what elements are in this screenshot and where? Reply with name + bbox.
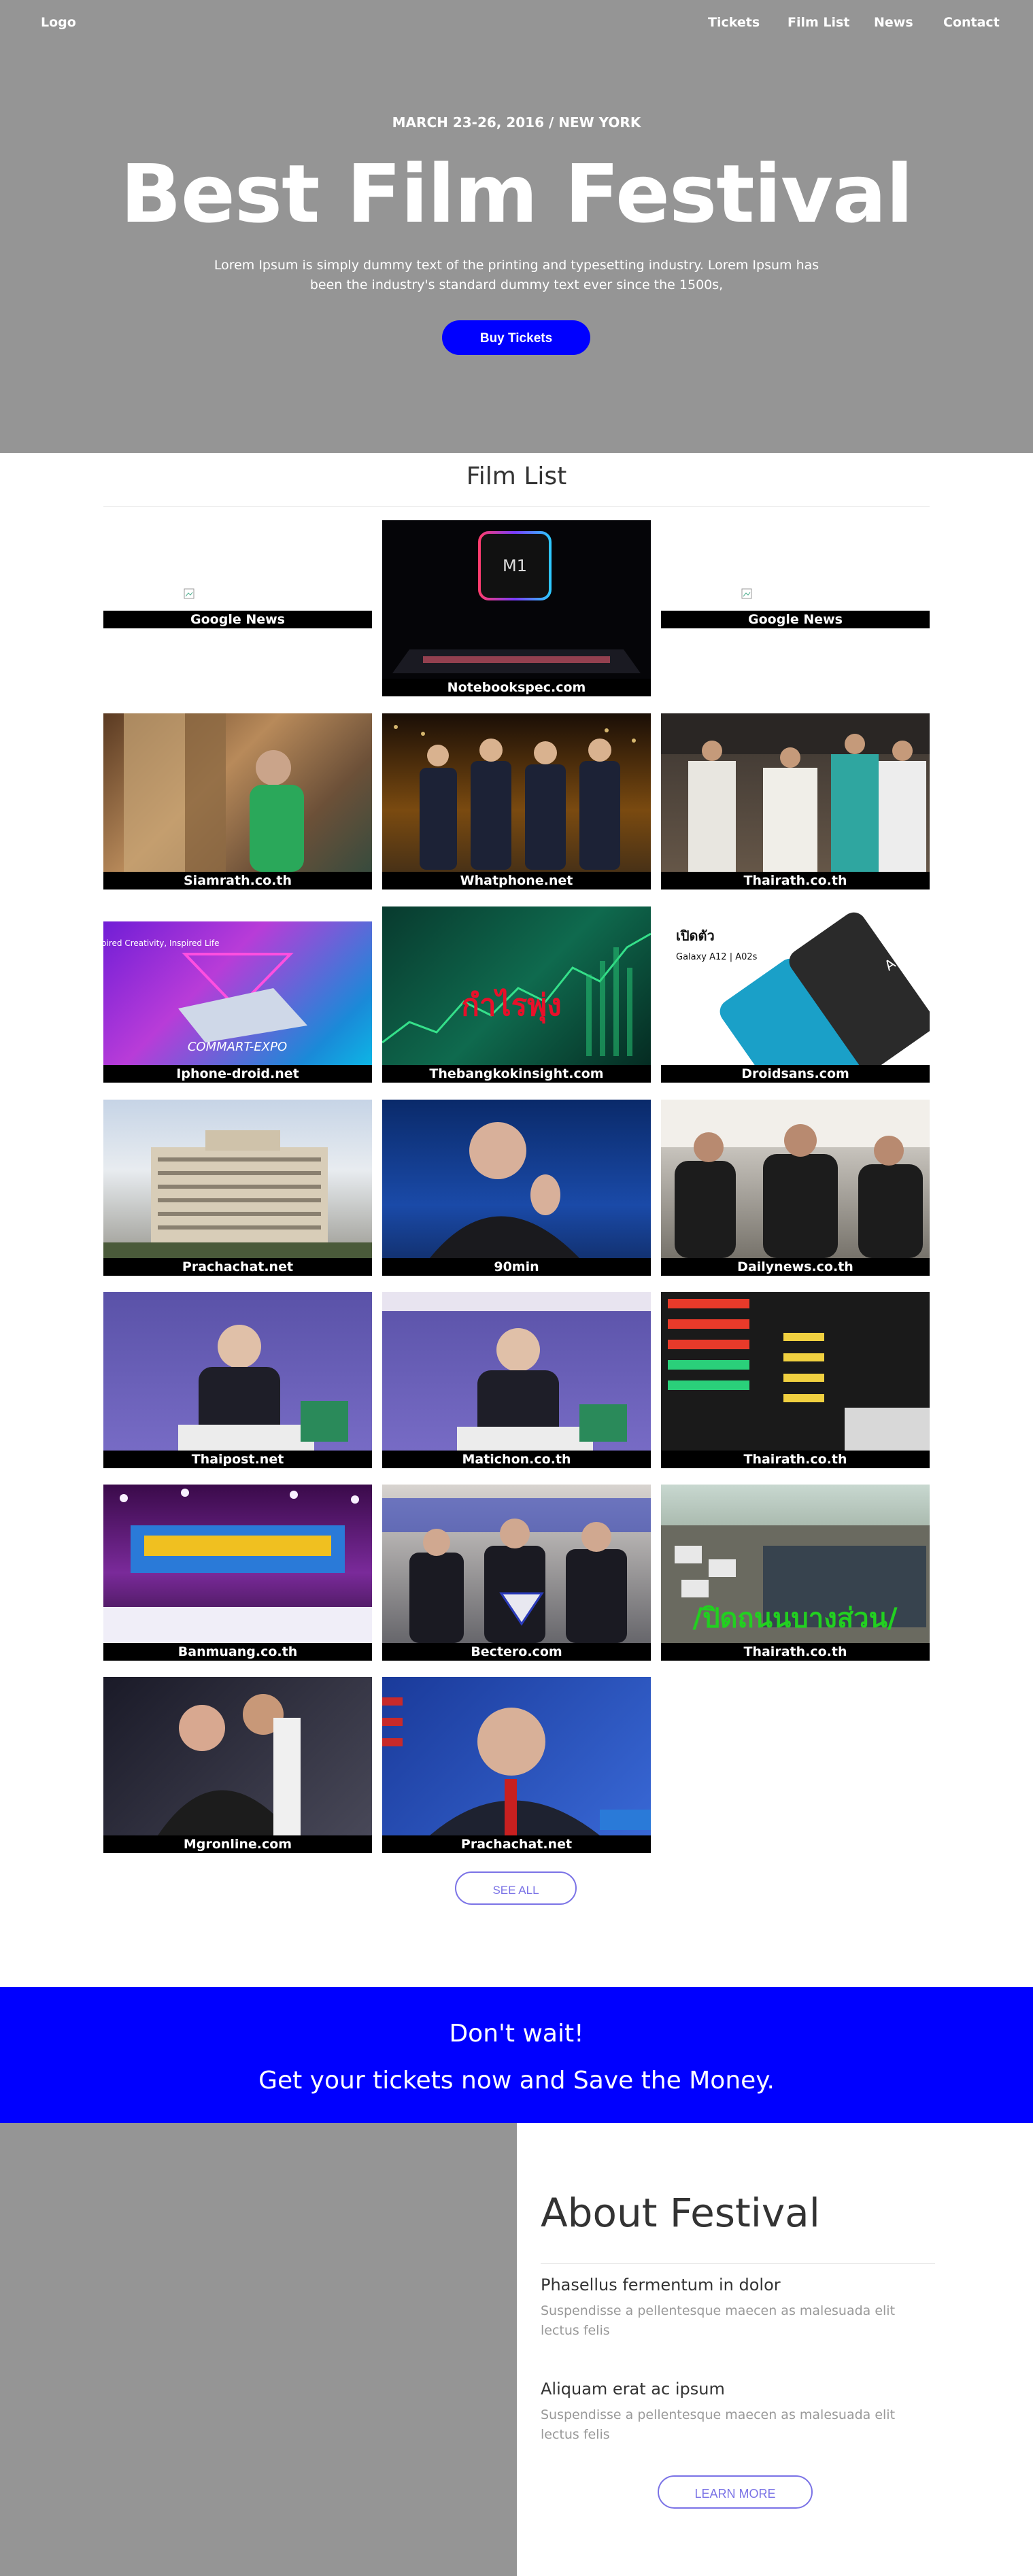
buy-tickets-button[interactable]: Buy Tickets [442,320,590,355]
film-card-label: Thairath.co.th [661,872,930,889]
cta-banner [0,1987,1033,2123]
svg-text:COMMART-EXPO: COMMART-EXPO [188,1040,287,1054]
film-card[interactable]: Whatphone.net [382,713,651,889]
nav-link-film-list[interactable]: Film List [788,15,849,30]
film-list-title: Film List [466,462,567,490]
politician-thumbnail [382,1697,651,1835]
laptop-m1-thumbnail: M1 [392,531,641,673]
film-card[interactable]: 90min [382,1100,651,1276]
learn-more-button[interactable]: LEARN MORE [658,2475,813,2509]
hero-description: Lorem Ipsum is simply dummy text of the … [214,258,819,292]
svg-text:Galaxy A12 | A02s: Galaxy A12 | A02s [676,952,758,962]
about-title: About Festival [541,2190,820,2236]
worker-thumbnail [124,713,304,872]
svg-text:A02s: A02s [881,941,918,974]
divider [103,506,930,507]
film-card[interactable]: Thaipost.net [103,1292,372,1468]
cta-line-2: Get your tickets now and Save the Money. [258,2067,775,2095]
event-date: MARCH 23-26, 2016 / NEW YORK [392,114,641,131]
svg-text:M1: M1 [503,556,527,575]
film-card-label: Droidsans.com [661,1065,930,1083]
film-card[interactable]: Thairath.co.th [661,713,930,889]
svg-text:เปิดตัว: เปิดตัว [676,928,715,944]
film-card-label: Thairath.co.th [661,1451,930,1468]
cta-line-1: Don't wait! [449,2020,584,2048]
broken-image-icon [184,588,194,599]
building-thumbnail [103,1130,372,1258]
film-card[interactable]: Google News [661,520,930,696]
svg-text:/ปิดถนนบางส่วน/: /ปิดถนนบางส่วน/ [692,1603,897,1634]
film-card-label: Mgronline.com [103,1835,372,1853]
phone-product-thumbnail: เปิดตัว Galaxy A12 | A02s A02s [676,912,930,1083]
film-card-label: Siamrath.co.th [103,872,372,889]
coach-clapping-thumbnail [430,1122,579,1258]
hug-thumbnail [158,1694,301,1835]
film-card-label: Dailynews.co.th [661,1258,930,1276]
film-card-label: Google News [103,611,372,628]
film-card[interactable]: Siamrath.co.th [103,713,372,889]
film-card[interactable]: กำไรพุ่ง Thebangkokinsight.com [382,906,651,1083]
film-card-label: Iphone-droid.net [103,1065,372,1083]
hero-title: Best Film Festival [120,147,913,241]
film-card-label: Banmuang.co.th [103,1643,372,1661]
about-image-placeholder [0,2123,517,2576]
film-card-label: Whatphone.net [382,872,651,889]
film-card[interactable]: Bectero.com [382,1485,651,1661]
film-card[interactable]: Thairath.co.th [661,1292,930,1468]
about-item-text: Suspendisse a pellentesque maecen as mal… [541,2303,896,2338]
about-item-heading: Phasellus fermentum in dolor [541,2275,781,2294]
svg-text:กำไรพุ่ง: กำไรพุ่ง [461,987,562,1024]
press-conference-thumbnail [382,1292,651,1452]
stage-event-thumbnail [103,1489,372,1643]
film-card[interactable]: Prachachat.net [103,1100,372,1276]
see-all-button[interactable]: SEE ALL [455,1871,577,1905]
crowd-thumbnail [661,1100,930,1258]
film-card-label: Matichon.co.th [382,1451,651,1468]
broken-image-icon [741,588,752,599]
handover-thumbnail [382,1498,651,1643]
film-card[interactable]: Mgronline.com [103,1677,372,1853]
film-card-label: Thaipost.net [103,1451,372,1468]
film-card[interactable]: Banmuang.co.th [103,1485,372,1661]
road-crowd-thumbnail: /ปิดถนนบางส่วน/ [661,1525,930,1643]
stock-board-thumbnail [668,1299,930,1451]
film-card[interactable]: M1 Notebookspec.com [382,520,651,696]
divider [541,2263,935,2264]
film-card-label: Notebookspec.com [382,679,651,696]
film-card-label: Bectero.com [382,1643,651,1661]
film-card-label: Google News [661,611,930,628]
film-card-label: Thairath.co.th [661,1643,930,1661]
press-conference-thumbnail [178,1325,348,1452]
nav-link-contact[interactable]: Contact [943,15,1000,30]
nav-link-tickets[interactable]: Tickets [708,15,760,30]
film-card[interactable]: Google News [103,520,372,696]
film-card[interactable]: Prachachat.net [382,1677,651,1853]
film-card[interactable]: เปิดตัว Galaxy A12 | A02s A02s Droidsans… [661,906,930,1083]
svg-text:Inspired Creativity, Inspired: Inspired Creativity, Inspired Life [103,938,220,948]
logo[interactable]: Logo [41,15,76,30]
film-card[interactable]: /ปิดถนนบางส่วน/ Thairath.co.th [661,1485,930,1661]
commart-expo-thumbnail: Inspired Creativity, Inspired Life COMMA… [103,906,372,1054]
group-photo-thumbnail [394,725,636,870]
stock-map-thumbnail: กำไรพุ่ง [382,932,651,1056]
about-item-text: Suspendisse a pellentesque maecen as mal… [541,2407,896,2442]
film-card-label: Prachachat.net [382,1835,651,1853]
film-card-label: Thebangkokinsight.com [382,1065,651,1083]
about-item-heading: Aliquam erat ac ipsum [541,2379,725,2399]
film-card-label: Prachachat.net [103,1258,372,1276]
ceremony-thumbnail [661,713,930,872]
film-card[interactable]: Dailynews.co.th [661,1100,930,1276]
film-card-label: 90min [382,1258,651,1276]
nav-link-news[interactable]: News [874,15,913,30]
film-card[interactable]: Inspired Creativity, Inspired Life COMMA… [103,906,372,1083]
film-card[interactable]: Matichon.co.th [382,1292,651,1468]
